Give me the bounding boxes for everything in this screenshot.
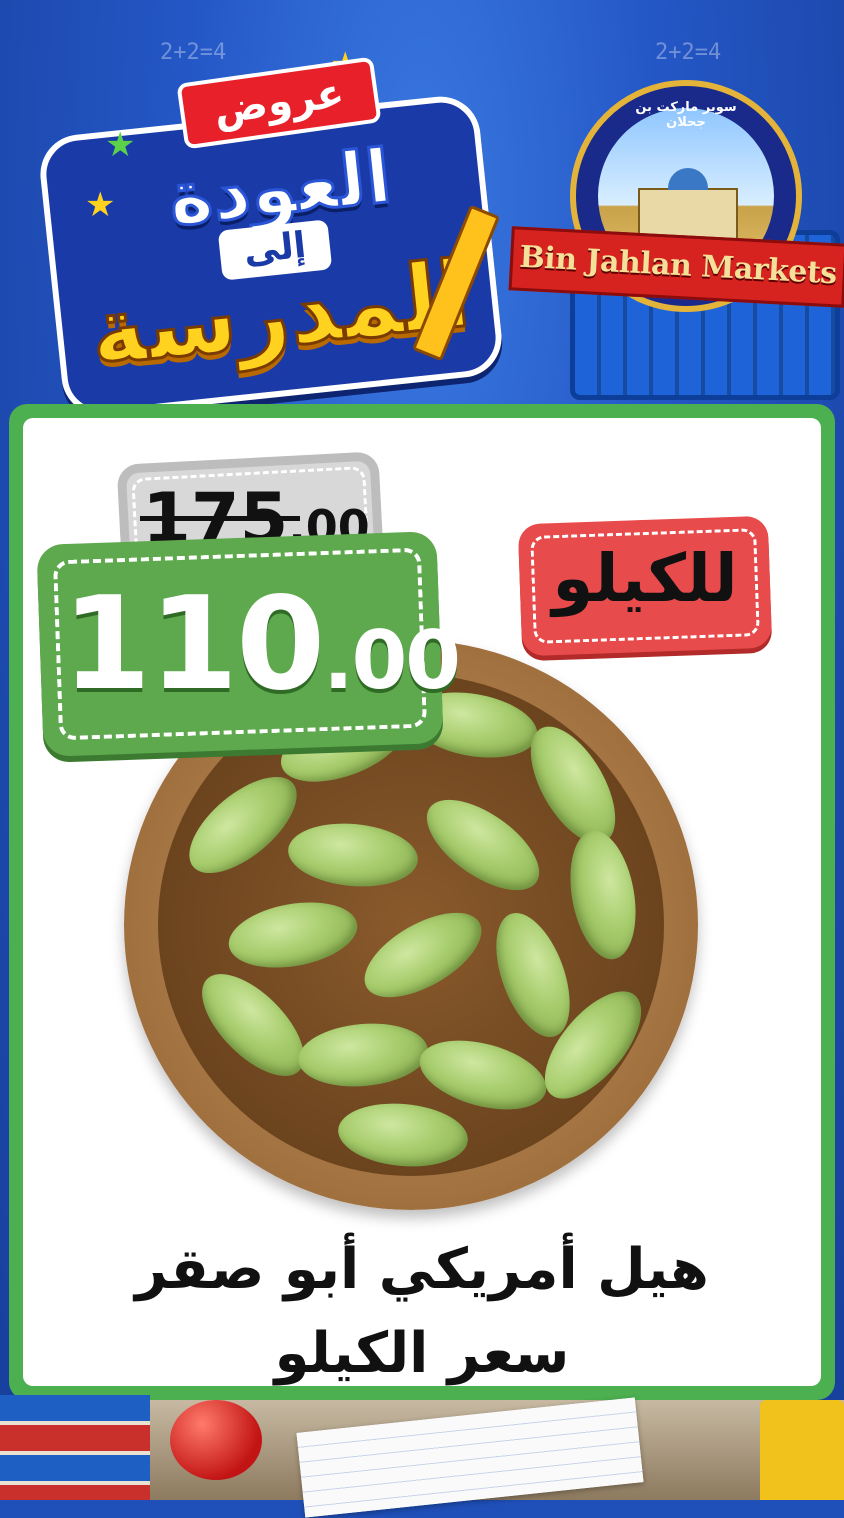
cardamom-pod <box>223 893 363 977</box>
product-name-line2: سعر الكيلو <box>274 1321 570 1386</box>
strikethrough-line <box>140 516 300 521</box>
product-name-line1: هيل أمريكي أبو صقر <box>135 1237 709 1302</box>
new-price: 110.00 <box>62 570 461 719</box>
product-name: هيل أمريكي أبو صقر سعر الكيلو <box>0 1228 844 1396</box>
pencil-cup-icon <box>760 1400 844 1500</box>
new-price-decimal: .00 <box>323 614 461 707</box>
cardamom-pod <box>351 895 495 1015</box>
cardamom-pod <box>285 818 421 892</box>
cardamom-pod <box>335 1098 471 1172</box>
cardamom-pod <box>185 957 321 1093</box>
cardamom-pod <box>412 1028 554 1122</box>
new-price-integer: 110 <box>62 570 325 719</box>
store-logo: سوبر ماركت بن جحلان Bin Jahlan Markets <box>508 80 844 400</box>
cardamom-pod <box>295 1018 431 1092</box>
unit-label: للكيلو <box>552 540 738 617</box>
star-icon: ★ <box>85 185 116 225</box>
star-icon: ★ <box>105 125 136 165</box>
books-icon <box>0 1395 150 1500</box>
apple-icon <box>170 1400 262 1480</box>
math-doodle: 2+2=4 <box>655 40 722 65</box>
logo-arabic-name: سوبر ماركت بن جحلان <box>635 100 737 130</box>
cardamom-pod <box>173 759 313 891</box>
cardamom-pod <box>561 825 645 965</box>
cardamom-pod <box>411 782 555 908</box>
